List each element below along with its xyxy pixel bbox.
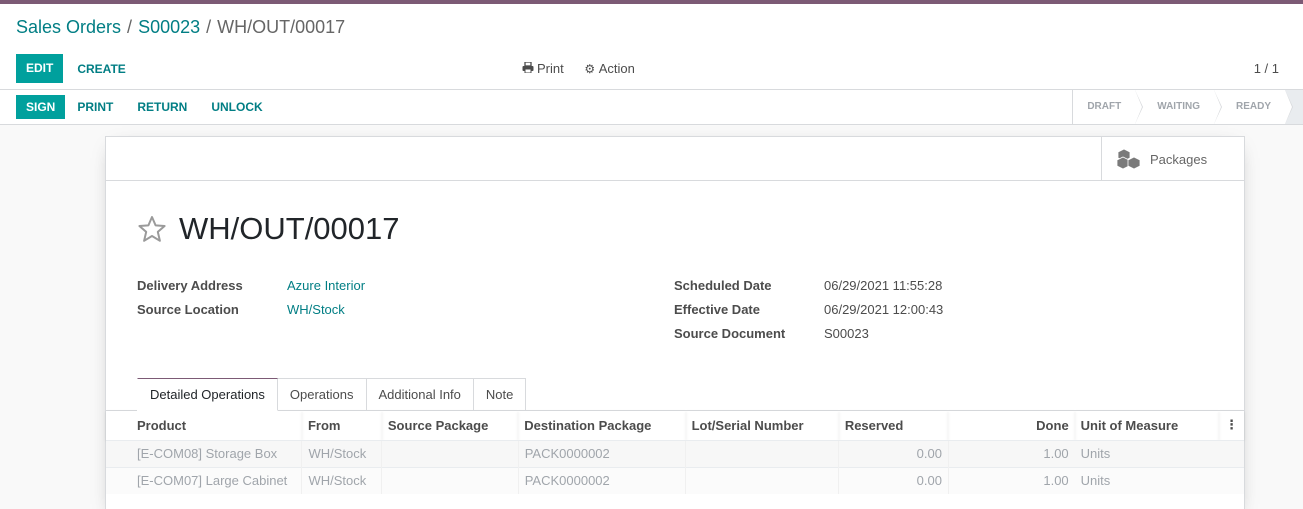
field-label: Delivery Address (137, 278, 243, 293)
gear-icon: ⚙ (584, 62, 596, 76)
tab-operations[interactable]: Operations (277, 378, 367, 411)
print-button[interactable]: PRINT (65, 100, 125, 114)
button-box: Packages (106, 137, 1244, 181)
unlock-button[interactable]: UNLOCK (199, 100, 274, 114)
print-label: Print (537, 61, 564, 76)
field-label: Effective Date (674, 302, 760, 317)
table-header: Product From Source Package Destination … (106, 411, 1244, 440)
field-scheduled-date: Scheduled Date 06/29/2021 11:55:28 (674, 278, 943, 302)
column-header-uom[interactable]: Unit of Measure (1075, 411, 1219, 440)
print-dropdown[interactable]: Print (522, 61, 564, 76)
breadcrumb-separator: / (127, 17, 133, 37)
cell-source-package (381, 466, 519, 494)
breadcrumb-sales-orders[interactable]: Sales Orders (16, 17, 121, 37)
cell-reserved: 0.00 (838, 439, 949, 467)
edit-button[interactable]: EDIT (16, 54, 64, 83)
tab-additional-info[interactable]: Additional Info (366, 378, 474, 411)
field-label: Scheduled Date (674, 278, 772, 293)
return-button[interactable]: RETURN (125, 100, 199, 114)
source-location-link[interactable]: WH/Stock (287, 302, 345, 326)
cell-uom: Units (1074, 466, 1219, 494)
stage-waiting: WAITING (1135, 90, 1222, 124)
field-source-location: Source Location WH/Stock (137, 302, 365, 326)
field-label: Source Location (137, 302, 239, 317)
cell-from: WH/Stock (301, 466, 382, 494)
source-document-value: S00023 (824, 326, 869, 341)
cell-product: [E-COM08] Storage Box (106, 439, 302, 467)
cell-done: 1.00 (947, 466, 1075, 494)
packages-button[interactable]: Packages (1101, 137, 1244, 181)
cell-empty (1218, 466, 1244, 494)
column-header-reserved[interactable]: Reserved (839, 411, 949, 440)
cell-reserved: 0.00 (838, 466, 949, 494)
action-dropdown[interactable]: ⚙ Action (584, 61, 635, 76)
field-label: Source Document (674, 326, 786, 341)
right-field-group: Scheduled Date 06/29/2021 11:55:28 Effec… (674, 278, 943, 350)
cubes-icon (1116, 148, 1141, 170)
record-title: WH/OUT/00017 (179, 211, 400, 246)
table-row[interactable]: [E-COM07] Large Cabinet WH/Stock PACK000… (106, 466, 1244, 494)
table-row[interactable]: [E-COM08] Storage Box WH/Stock PACK00000… (106, 439, 1244, 467)
sign-button[interactable]: SIGN (16, 95, 66, 119)
cell-lot-serial (685, 439, 839, 467)
column-header-product[interactable]: Product (106, 411, 302, 440)
column-header-lot-serial[interactable]: Lot/Serial Number (686, 411, 839, 440)
cell-destination-package: PACK0000002 (517, 466, 686, 494)
control-panel: Sales Orders / S00023/WH/OUT/00017 EDIT CR… (0, 4, 1303, 90)
breadcrumb-separator: / (206, 17, 212, 37)
tab-note[interactable]: Note (473, 378, 527, 411)
cell-lot-serial (685, 466, 839, 494)
breadcrumb-current: WH/OUT/00017 (217, 17, 346, 37)
field-effective-date: Effective Date 06/29/2021 12:00:43 (674, 302, 943, 326)
cell-destination-package: PACK0000002 (517, 439, 686, 467)
cell-empty (1218, 439, 1244, 467)
detailed-operations-table: Product From Source Package Destination … (106, 411, 1244, 494)
status-bar: SIGN PRINT RETURN UNLOCK DRAFT WAITING R… (0, 90, 1303, 125)
effective-date-value: 06/29/2021 12:00:43 (824, 302, 944, 317)
tab-detailed-operations[interactable]: Detailed Operations (137, 378, 278, 411)
cell-product: [E-COM07] Large Cabinet (106, 466, 302, 494)
printer-icon (522, 61, 534, 76)
column-header-from[interactable]: From (302, 411, 382, 440)
packages-label: Packages (1150, 151, 1208, 167)
column-header-done[interactable]: Done (948, 411, 1074, 440)
stage-draft: DRAFT (1072, 90, 1144, 124)
scheduled-date-value: 06/29/2021 11:55:28 (824, 278, 943, 293)
cell-done: 1.00 (947, 439, 1075, 467)
pager-value[interactable]: 1 / 1 (1254, 61, 1279, 76)
optional-columns-icon[interactable]: ⋮ (1219, 411, 1244, 440)
field-source-document: Source Document S00023 (674, 326, 943, 350)
delivery-address-link[interactable]: Azure Interior (287, 278, 365, 302)
action-label: Action (598, 61, 635, 76)
star-outline-icon[interactable] (137, 215, 167, 243)
stage-ready: READY (1214, 90, 1294, 124)
breadcrumb: Sales Orders / S00023/WH/OUT/00017 (16, 17, 345, 38)
form-sheet: Packages WH/OUT/00017 Delivery Address A… (105, 136, 1245, 509)
field-delivery-address: Delivery Address Azure Interior (137, 278, 365, 302)
column-header-destination-package[interactable]: Destination Package (518, 411, 685, 440)
column-header-source-package[interactable]: Source Package (382, 411, 518, 440)
cell-source-package (381, 439, 519, 467)
breadcrumb-sale-order[interactable]: S00023 (138, 17, 200, 37)
cell-from: WH/Stock (301, 439, 382, 467)
notebook-tabs: Detailed Operations Operations Additiona… (137, 378, 527, 411)
create-button[interactable]: CREATE (63, 62, 139, 76)
status-stages: DRAFT WAITING READY (1072, 90, 1303, 124)
left-field-group: Delivery Address Azure Interior Source L… (137, 278, 365, 326)
cell-uom: Units (1074, 439, 1219, 467)
